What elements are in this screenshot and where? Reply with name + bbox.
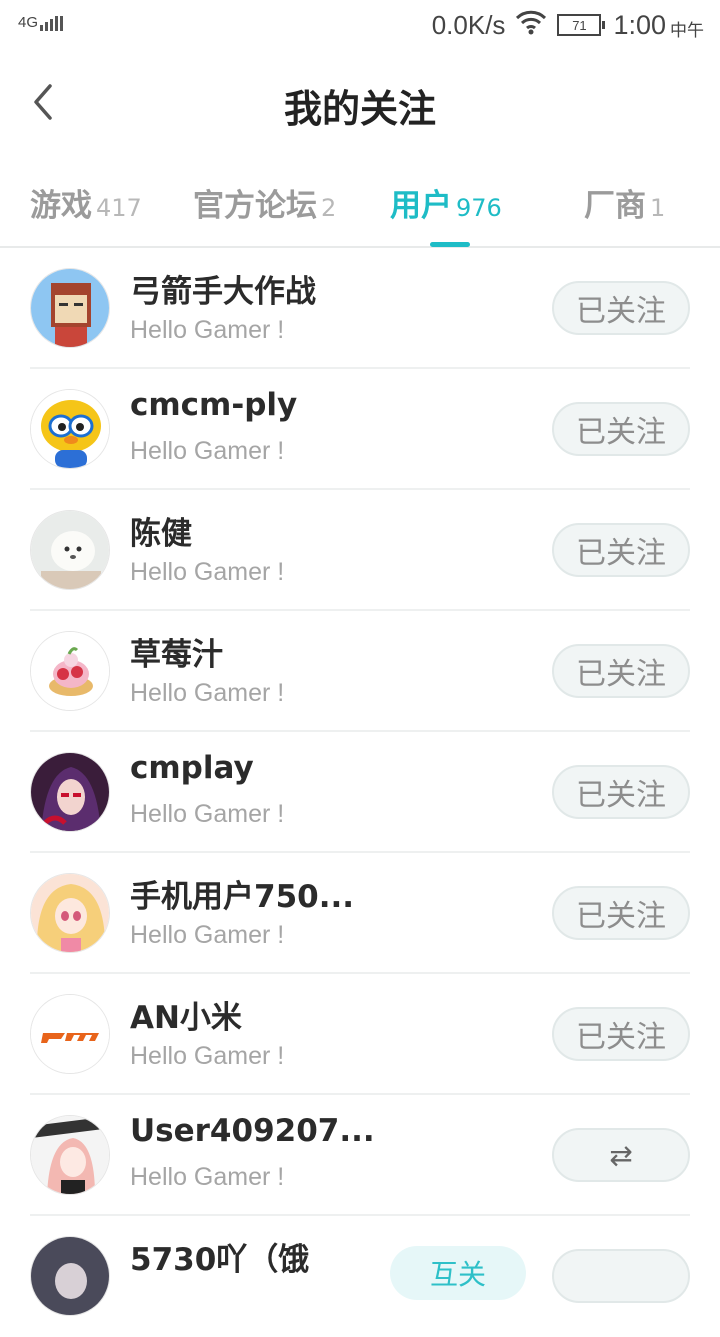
swap-arrows-icon: ⇄ — [609, 1138, 633, 1172]
following-button[interactable] — [552, 1249, 690, 1303]
user-name: User409207... — [130, 1113, 375, 1149]
following-button[interactable]: 已关注 — [552, 644, 690, 698]
user-bio: Hello Gamer ! — [130, 921, 285, 949]
network-type: 4G — [18, 14, 39, 31]
avatar[interactable] — [30, 510, 110, 590]
list-item[interactable]: 草莓汁 Hello Gamer ! 已关注 — [0, 611, 720, 732]
user-list: 弓箭手大作战 Hello Gamer ! 已关注 cmcm-ply Hello … — [0, 248, 720, 1337]
tab-bar: 游戏 417 官方论坛 2 用户 976 厂商 1 — [0, 170, 720, 248]
wifi-icon — [515, 9, 547, 42]
avatar[interactable] — [30, 631, 110, 711]
user-name: 5730吖（饿 — [130, 1242, 310, 1278]
avatar[interactable] — [30, 994, 110, 1074]
following-button[interactable]: 已关注 — [552, 281, 690, 335]
list-item[interactable]: 5730吖（饿 互关 — [0, 1216, 720, 1337]
user-bio: Hello Gamer ! — [130, 800, 285, 828]
tab-count: 976 — [456, 194, 502, 222]
user-name: AN小米 — [130, 1000, 242, 1036]
battery-icon: 71 — [557, 14, 606, 36]
user-bio: Hello Gamer ! — [130, 1042, 285, 1070]
tab-label: 厂商 — [584, 188, 646, 224]
signal-indicator: 4G — [18, 14, 65, 31]
battery-level: 71 — [572, 17, 587, 33]
following-button[interactable]: 已关注 — [552, 523, 690, 577]
list-item[interactable]: AN小米 Hello Gamer ! 已关注 — [0, 974, 720, 1095]
active-tab-indicator — [430, 242, 470, 247]
tab-count: 1 — [650, 194, 666, 222]
user-name: cmcm-ply — [130, 387, 298, 423]
list-item[interactable]: User409207... Hello Gamer ! ⇄ — [0, 1095, 720, 1216]
user-bio: Hello Gamer ! — [130, 316, 285, 344]
user-bio: Hello Gamer ! — [130, 437, 285, 465]
tab-vendors[interactable]: 厂商 1 — [584, 180, 665, 225]
following-button[interactable]: 已关注 — [552, 765, 690, 819]
user-name: 草莓汁 — [130, 637, 223, 673]
user-bio: Hello Gamer ! — [130, 679, 285, 707]
mutual-tag: 互关 — [390, 1246, 526, 1300]
avatar[interactable] — [30, 752, 110, 832]
mutual-follow-button[interactable]: ⇄ — [552, 1128, 690, 1182]
clock-period: 中午 — [670, 20, 704, 40]
tab-count: 417 — [96, 194, 142, 222]
network-speed: 0.0K/s — [431, 9, 506, 40]
tab-official-forum[interactable]: 官方论坛 2 — [193, 180, 336, 225]
avatar[interactable] — [30, 1115, 110, 1195]
signal-icon — [40, 15, 65, 31]
tab-label: 用户 — [390, 188, 452, 224]
list-item[interactable]: 弓箭手大作战 Hello Gamer ! 已关注 — [0, 248, 720, 369]
clock: 1:00 — [613, 9, 666, 40]
page-title: 我的关注 — [283, 87, 436, 131]
tab-label: 游戏 — [30, 188, 92, 224]
list-item[interactable]: cmcm-ply Hello Gamer ! 已关注 — [0, 369, 720, 490]
avatar[interactable] — [30, 389, 110, 469]
user-name: 弓箭手大作战 — [130, 274, 316, 310]
list-item[interactable]: cmplay Hello Gamer ! 已关注 — [0, 732, 720, 853]
list-item[interactable]: 手机用户750... Hello Gamer ! 已关注 — [0, 853, 720, 974]
avatar[interactable] — [30, 873, 110, 953]
list-item[interactable]: 陈健 Hello Gamer ! 已关注 — [0, 490, 720, 611]
tab-users[interactable]: 用户 976 — [390, 180, 502, 225]
user-name: cmplay — [130, 750, 254, 786]
header: 我的关注 — [0, 50, 720, 155]
tab-label: 官方论坛 — [193, 188, 317, 224]
following-button[interactable]: 已关注 — [552, 402, 690, 456]
following-button[interactable]: 已关注 — [552, 1007, 690, 1061]
user-name: 陈健 — [130, 516, 192, 552]
user-bio: Hello Gamer ! — [130, 558, 285, 586]
user-bio: Hello Gamer ! — [130, 1163, 285, 1191]
avatar[interactable] — [30, 268, 110, 348]
user-name: 手机用户750... — [130, 879, 355, 915]
avatar[interactable] — [30, 1236, 110, 1316]
tab-games[interactable]: 游戏 417 — [30, 180, 142, 225]
following-button[interactable]: 已关注 — [552, 886, 690, 940]
tab-count: 2 — [321, 194, 337, 222]
status-bar: 4G 0.0K/s 71 1:00 中午 — [0, 0, 720, 50]
